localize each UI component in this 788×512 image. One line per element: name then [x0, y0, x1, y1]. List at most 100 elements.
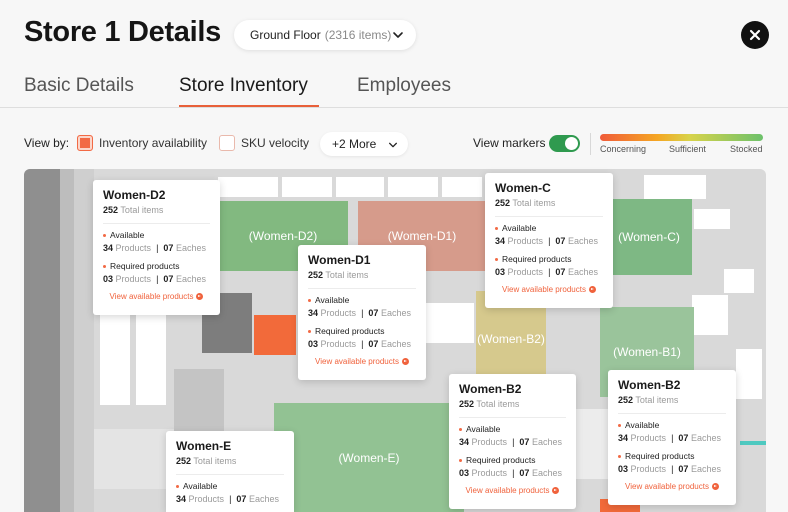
card-total-count: 252 — [495, 198, 511, 208]
card-available-row: Available — [495, 223, 603, 233]
products-unit: Products — [115, 243, 152, 253]
card-available-values: 34 Products | 07 Eaches — [459, 437, 562, 447]
card-total: 252 Total items — [103, 205, 210, 215]
card-total-label: Total items — [476, 399, 520, 409]
card-total-label: Total items — [635, 395, 679, 405]
products-unit: Products — [630, 464, 667, 474]
required-products-count: 03 — [495, 267, 506, 277]
zone-card-women-d1[interactable]: Women-D1 252 Total items Available 34 Pr… — [298, 245, 426, 380]
required-products-count: 03 — [308, 339, 319, 349]
card-total: 252 Total items — [308, 270, 416, 280]
floor-select[interactable]: Ground Floor (2316 items) — [234, 20, 416, 50]
sku-velocity-label[interactable]: SKU velocity — [241, 136, 309, 150]
card-available-values: 34 Products | 07 Eaches — [308, 308, 411, 318]
card-available-label: Available — [183, 481, 218, 491]
legend-sufficient: Sufficient — [669, 144, 706, 154]
view-available-products-link[interactable]: View available products — [308, 357, 416, 366]
available-products-count: 34 — [103, 243, 114, 253]
eaches-unit: Eaches — [175, 274, 206, 284]
view-available-products-link[interactable]: View available products — [618, 482, 726, 491]
zone-card-women-b2[interactable]: Women-B2 252 Total items Available 34 Pr… — [449, 374, 576, 509]
view-markers-toggle[interactable] — [549, 135, 580, 152]
card-required-row: Required products — [103, 261, 210, 271]
products-unit: Products — [471, 468, 508, 478]
floor-label: Ground Floor — [250, 28, 321, 42]
map-shelf — [218, 177, 278, 197]
zone-women-c[interactable]: (Women-C) — [606, 199, 692, 275]
legend-stocked: Stocked — [730, 144, 763, 154]
tab-employees[interactable]: Employees — [357, 75, 451, 97]
eaches-unit: Eaches — [567, 267, 598, 277]
available-eaches-count: 07 — [519, 437, 530, 447]
view-available-products-link[interactable]: View available products — [103, 292, 210, 301]
eaches-unit: Eaches — [567, 236, 598, 246]
map-shelf — [424, 303, 474, 343]
more-filters-label: +2 More — [332, 137, 377, 151]
zone-card-women-b2-alt[interactable]: Women-B2 252 Total items Available 34 Pr… — [608, 370, 736, 505]
card-title: Women-B2 — [618, 378, 681, 392]
zone-women-e[interactable]: (Women-E) — [274, 403, 464, 512]
card-total: 252 Total items — [176, 456, 284, 466]
sku-velocity-checkbox[interactable] — [219, 135, 235, 151]
required-eaches-count: 07 — [368, 339, 379, 349]
card-total: 252 Total items — [459, 399, 566, 409]
products-unit: Products — [320, 308, 357, 318]
products-unit: Products — [630, 433, 667, 443]
tab-store-inventory[interactable]: Store Inventory — [179, 75, 308, 97]
eaches-unit: Eaches — [248, 494, 279, 504]
available-products-count: 34 — [459, 437, 470, 447]
card-title: Women-C — [495, 181, 551, 195]
available-eaches-count: 07 — [555, 236, 566, 246]
status-dot — [176, 484, 179, 488]
required-eaches-count: 07 — [519, 468, 530, 478]
status-dot — [618, 423, 621, 427]
more-filters-dropdown[interactable]: +2 More — [320, 132, 408, 156]
status-dot — [103, 233, 106, 237]
zone-card-women-d2[interactable]: Women-D2 252 Total items Available 34 Pr… — [93, 180, 220, 315]
zone-card-women-c[interactable]: Women-C 252 Total items Available 34 Pro… — [485, 173, 613, 308]
card-total-count: 252 — [618, 395, 634, 405]
arrow-circle-icon — [711, 483, 719, 490]
card-available-values: 34 Products | 07 Eaches — [495, 236, 598, 246]
card-divider — [495, 216, 603, 217]
eaches-unit: Eaches — [175, 243, 206, 253]
card-divider — [308, 288, 416, 289]
products-unit: Products — [115, 274, 152, 284]
tab-basic-details[interactable]: Basic Details — [24, 75, 134, 97]
view-available-products-link[interactable]: View available products — [495, 285, 603, 294]
zone-card-women-e[interactable]: Women-E 252 Total items Available 34 Pro… — [166, 431, 294, 512]
card-required-values: 03 Products | 07 Eaches — [308, 339, 411, 349]
card-title: Women-D2 — [103, 188, 166, 202]
card-total-label: Total items — [512, 198, 556, 208]
available-products-count: 34 — [176, 494, 187, 504]
map-shelf — [694, 209, 730, 229]
view-markers-label: View markers — [473, 136, 546, 150]
map-shelf — [644, 175, 706, 199]
required-products-count: 03 — [618, 464, 629, 474]
products-unit: Products — [507, 236, 544, 246]
card-available-label: Available — [466, 424, 501, 434]
inventory-availability-label[interactable]: Inventory availability — [99, 136, 207, 150]
required-eaches-count: 07 — [678, 464, 689, 474]
card-total-label: Total items — [120, 205, 164, 215]
map-shelf — [736, 349, 762, 399]
required-products-count: 03 — [103, 274, 114, 284]
available-eaches-count: 07 — [163, 243, 174, 253]
products-unit: Products — [320, 339, 357, 349]
card-required-label: Required products — [466, 455, 536, 465]
products-unit: Products — [507, 267, 544, 277]
view-available-products-link[interactable]: View available products — [459, 486, 566, 495]
status-dot — [459, 427, 462, 431]
close-button[interactable] — [741, 21, 769, 49]
map-shelf — [442, 177, 482, 197]
chevron-down-icon — [393, 32, 403, 38]
map-shelf — [724, 269, 754, 293]
inventory-availability-checkbox[interactable] — [77, 135, 93, 151]
card-required-row: Required products — [618, 451, 726, 461]
card-required-label: Required products — [502, 254, 572, 264]
card-required-values: 03 Products | 07 Eaches — [459, 468, 562, 478]
products-unit: Products — [471, 437, 508, 447]
available-products-count: 34 — [618, 433, 629, 443]
card-required-values: 03 Products | 07 Eaches — [103, 274, 206, 284]
card-total-label: Total items — [193, 456, 237, 466]
